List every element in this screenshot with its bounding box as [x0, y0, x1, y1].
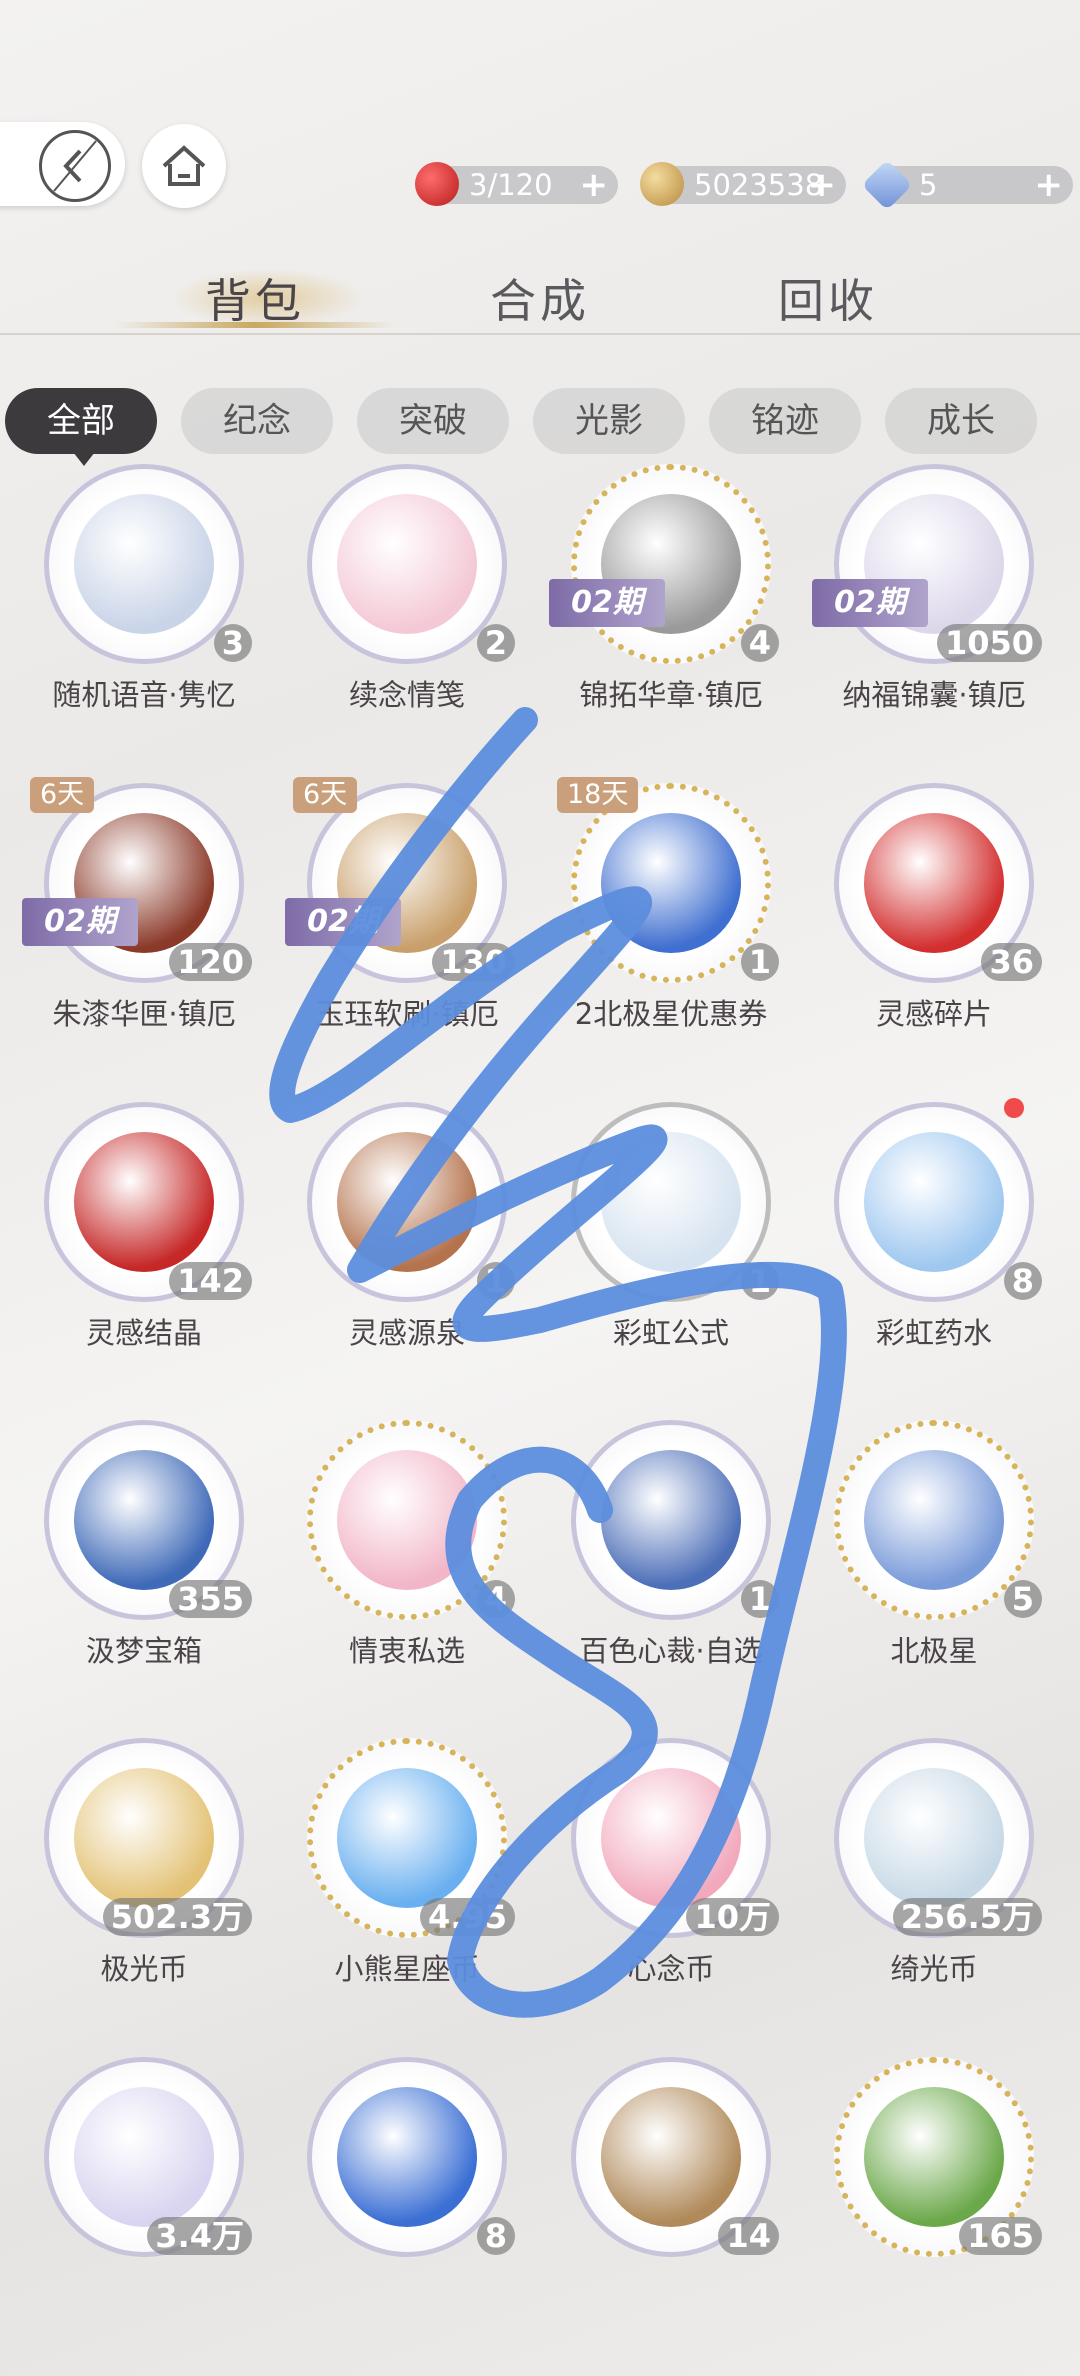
- expiry-badge: 18天: [557, 777, 639, 813]
- item-label: 灵感结晶: [85, 1316, 202, 1350]
- add-diamond-button[interactable]: +: [1035, 166, 1064, 204]
- item-count: 355: [169, 1580, 252, 1618]
- item-label: 玉珏软刷·镇厄: [315, 997, 499, 1031]
- home-button[interactable]: [142, 124, 226, 208]
- item-label: 续念情笺: [348, 678, 465, 712]
- tab-underline: [115, 322, 395, 328]
- item-count: 1: [740, 943, 779, 981]
- expiry-badge: 6天: [293, 777, 358, 813]
- add-stamina-button[interactable]: +: [580, 166, 609, 204]
- coin-icon: [640, 162, 684, 206]
- apple-icon: [415, 162, 459, 206]
- item-label: 汲梦宝箱: [85, 1634, 202, 1668]
- filter-inscription[interactable]: 铭迹: [709, 388, 861, 454]
- item-label: 心念币: [627, 1952, 715, 1986]
- item-count: 256.5万: [892, 1898, 1042, 1936]
- item-count: 1: [476, 1262, 515, 1300]
- back-arrow-icon: [39, 130, 111, 202]
- item-label: 朱漆华匣·镇厄: [52, 997, 236, 1031]
- item-label: 极光币: [100, 1952, 188, 1986]
- item-count: 8: [1003, 1262, 1042, 1300]
- item-count: 4: [476, 1580, 515, 1618]
- new-indicator-dot: [1004, 1098, 1024, 1118]
- item-count: 10万: [686, 1898, 779, 1936]
- item-label: 绮光币: [890, 1952, 978, 1986]
- item-count: 165: [959, 2217, 1042, 2255]
- tab-divider: [0, 333, 1080, 335]
- item-count: 4: [740, 624, 779, 662]
- item-image: [601, 1132, 741, 1272]
- item-image: [337, 494, 477, 634]
- diamond-icon: [861, 159, 913, 211]
- item-image: [74, 2087, 214, 2227]
- stamina-counter: 3/120 +: [415, 162, 618, 206]
- item-count: 142: [169, 1262, 252, 1300]
- item-image: [864, 813, 1004, 953]
- item-image: [74, 1132, 214, 1272]
- item-image: [864, 1132, 1004, 1272]
- filter-memorial[interactable]: 纪念: [181, 388, 333, 454]
- item-count: 120: [169, 943, 252, 981]
- item-label: 小熊星座币: [334, 1952, 480, 1986]
- diamond-counter: 5 +: [861, 159, 1073, 211]
- item-image: [337, 2087, 477, 2227]
- item-image: [74, 494, 214, 634]
- item-count: 36: [981, 943, 1042, 981]
- item-image: [601, 1768, 741, 1908]
- item-label: 灵感源泉: [348, 1316, 465, 1350]
- tab-recycle[interactable]: 回收: [778, 265, 878, 331]
- item-label: 纳福锦囊·镇厄: [842, 678, 1026, 712]
- filter-breakthrough[interactable]: 突破: [357, 388, 509, 454]
- item-image: [74, 1450, 214, 1590]
- expiry-badge: 6天: [30, 777, 95, 813]
- back-button[interactable]: [0, 122, 125, 206]
- filter-growth[interactable]: 成长: [885, 388, 1037, 454]
- tab-synthesis[interactable]: 合成: [490, 265, 590, 331]
- item-count: 3.4万: [147, 2217, 252, 2255]
- item-count: 14: [718, 2217, 779, 2255]
- period-tag: 02期: [285, 898, 401, 946]
- add-coin-button[interactable]: +: [808, 166, 837, 204]
- period-tag: 02期: [812, 579, 928, 627]
- item-image: [601, 813, 741, 953]
- item-count: 130: [432, 943, 515, 981]
- item-label: 2北极星优惠券: [574, 997, 768, 1031]
- period-tag: 02期: [549, 579, 665, 627]
- filter-pointer: [73, 452, 95, 466]
- filter-all[interactable]: 全部: [5, 388, 157, 454]
- item-count: 1050: [936, 624, 1042, 662]
- item-label: 彩虹药水: [875, 1316, 992, 1350]
- item-count: 1: [740, 1580, 779, 1618]
- item-image: [337, 1450, 477, 1590]
- item-label: 随机语音·隽忆: [52, 678, 236, 712]
- item-image: [601, 2087, 741, 2227]
- item-label: 北极星: [890, 1634, 978, 1668]
- item-label: 情衷私选: [348, 1634, 465, 1668]
- item-count: 5: [1003, 1580, 1042, 1618]
- item-count: 502.3万: [102, 1898, 252, 1936]
- period-tag: 02期: [22, 898, 138, 946]
- item-image: [74, 1768, 214, 1908]
- home-icon: [162, 145, 206, 186]
- item-image: [337, 1132, 477, 1272]
- item-count: 4.95: [420, 1898, 515, 1936]
- item-image: [337, 1768, 477, 1908]
- item-count: 8: [476, 2217, 515, 2255]
- item-count: 2: [476, 624, 515, 662]
- item-image: [864, 1450, 1004, 1590]
- item-label: 彩虹公式: [612, 1316, 729, 1350]
- item-count: 3: [213, 624, 252, 662]
- item-image: [864, 1768, 1004, 1908]
- item-image: [864, 2087, 1004, 2227]
- coin-counter: 5023538 +: [640, 162, 846, 206]
- item-image: [601, 1450, 741, 1590]
- item-label: 锦拓华章·镇厄: [579, 678, 763, 712]
- filter-light-shadow[interactable]: 光影: [533, 388, 685, 454]
- item-label: 灵感碎片: [875, 997, 992, 1031]
- item-count: 1: [740, 1262, 779, 1300]
- item-label: 百色心裁·自选: [579, 1634, 763, 1668]
